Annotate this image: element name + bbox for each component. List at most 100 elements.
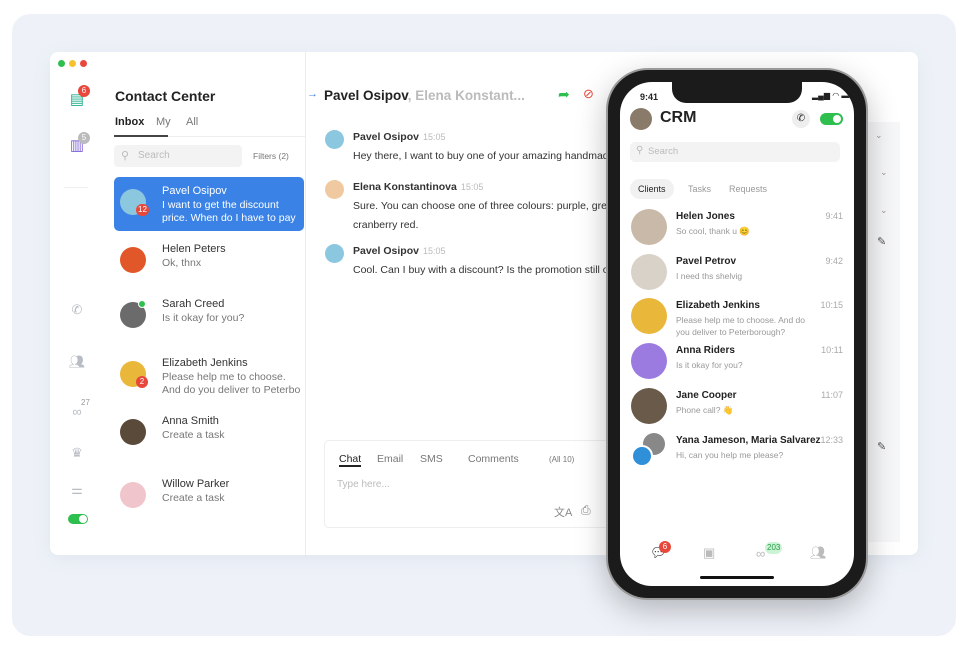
avatar (325, 244, 344, 263)
avatar (120, 482, 146, 508)
list-item[interactable]: Sarah Creed Is it okay for you? (114, 290, 304, 344)
handshake-icon[interactable]: ∞ 27 (68, 398, 90, 420)
client-name: Elizabeth Jenkins (676, 300, 760, 311)
phone-icon[interactable]: ✆ (68, 302, 86, 318)
list-item[interactable]: 12 Pavel Osipov I want to get the discount… (114, 177, 304, 231)
search-icon: ⚲ (636, 145, 644, 156)
search-icon: ⚲ (121, 150, 130, 162)
crown-icon[interactable]: ♛ (68, 445, 86, 461)
avatar (631, 209, 667, 245)
avatar (631, 298, 667, 334)
profile-avatar[interactable] (630, 108, 652, 130)
tab-tasks[interactable]: Tasks (680, 179, 719, 199)
nav-team-icon[interactable]: 👥︎ (810, 545, 827, 561)
contact-name: Willow Parker (162, 478, 230, 490)
window-dot-green[interactable] (58, 60, 65, 67)
contact-preview: Ok, thnx (162, 257, 202, 269)
client-time: 9:42 (825, 256, 843, 266)
status-toggle[interactable] (68, 514, 88, 524)
message-author: Pavel Osipov 15:05 (353, 245, 446, 257)
tab-inbox[interactable]: Inbox (115, 116, 144, 128)
people-icon[interactable]: 👥︎ (68, 354, 86, 370)
contact-list-panel: Contact Center Inbox My All ⚲ Search Fil… (108, 52, 306, 555)
nav-contacts-icon[interactable]: ▣ (703, 545, 715, 561)
chat-title: Pavel Osipov, Elena Konstant... (324, 88, 525, 103)
chevron-down-icon[interactable]: ⌄ (880, 167, 888, 178)
avatar (631, 343, 667, 379)
sliders-icon[interactable]: ⚌ (68, 482, 86, 498)
message-text: Hey there, I want to buy one of your ama… (353, 150, 613, 162)
block-icon[interactable]: ⊘ (583, 86, 594, 102)
chat-panel: → Pavel Osipov, Elena Konstant... ➦ ⊘ Pa… (307, 52, 624, 555)
forward-icon[interactable]: ➦ (558, 86, 570, 103)
contact-name: Anna Smith (162, 415, 219, 427)
availability-toggle[interactable] (820, 113, 843, 125)
client-time: 10:15 (820, 300, 843, 310)
chat-icon[interactable]: ▤ 6 (68, 85, 90, 108)
composer-tab-chat[interactable]: Chat (339, 453, 362, 467)
list-item[interactable]: Anna Smith Create a task (114, 407, 304, 461)
search-input[interactable]: ⚲ Search (114, 145, 242, 167)
avatar (631, 254, 667, 290)
client-row[interactable]: Pavel Petrov 9:42 I need ths shelvig (631, 254, 843, 294)
message-input[interactable]: Type here... (337, 479, 390, 490)
message-author: Pavel Osipov 15:05 (353, 131, 446, 143)
client-name: Yana Jameson, Maria Salvarez (676, 435, 821, 446)
client-time: 10:11 (821, 345, 843, 355)
client-time: 11:07 (821, 390, 843, 400)
composer-tab-comments[interactable]: Comments (468, 453, 519, 465)
attachment-icon[interactable]: ⎙ (581, 503, 591, 518)
filters-button[interactable]: Filters (2) (253, 151, 289, 161)
window-dot-yellow[interactable] (69, 60, 76, 67)
search-placeholder: Search (138, 150, 170, 161)
client-row[interactable]: Elizabeth Jenkins 10:15 Please help me to … (631, 298, 843, 338)
nav-deals-icon[interactable]: ∞ 203 (756, 542, 783, 561)
client-row[interactable]: Helen Jones 9:41 So cool, thank u 😊 (631, 209, 843, 249)
search-placeholder: Search (648, 146, 679, 157)
client-preview: Hi, can you help me please? (676, 450, 784, 460)
contact-preview: Please help me to choose. And do you deli… (162, 371, 301, 396)
list-item[interactable]: Helen Peters Ok, thnx (114, 235, 304, 289)
client-row[interactable]: Anna Riders 10:11 Is it okay for you? (631, 343, 843, 383)
page-title: Contact Center (115, 88, 216, 104)
messages-icon[interactable]: ▥ 5 (68, 132, 90, 154)
nav-chat-icon[interactable]: 💬︎ 6 (650, 541, 671, 561)
client-name: Helen Jones (676, 211, 735, 222)
chevron-down-icon[interactable]: ⌄ (875, 130, 883, 141)
phone-search-input[interactable]: ⚲ Search (630, 142, 840, 162)
tab-all[interactable]: All (186, 116, 198, 128)
avatar (325, 130, 344, 149)
contact-preview: Create a task (162, 429, 225, 441)
list-item[interactable]: Willow Parker Create a task (114, 470, 304, 524)
client-row[interactable]: Yana Jameson, Maria Salvarez 12:33 Hi, can… (631, 433, 843, 473)
client-preview: Phone call? 👋 (676, 405, 734, 415)
phone-notch (672, 82, 802, 103)
arrow-right-icon[interactable]: → (307, 88, 318, 100)
client-time: 12:33 (820, 435, 843, 445)
tab-my[interactable]: My (156, 116, 171, 128)
client-preview: So cool, thank u 😊 (676, 226, 750, 236)
contact-preview: I want to get the discount price. When do… (162, 199, 296, 224)
deals-badge: 203 (765, 542, 783, 554)
phone-call-icon[interactable]: ✆ (792, 110, 810, 128)
unread-badge: 2 (136, 376, 148, 388)
composer-tab-email[interactable]: Email (377, 453, 403, 465)
client-row[interactable]: Jane Cooper 11:07 Phone call? 👋 (631, 388, 843, 428)
handshake-count: 27 (81, 398, 90, 407)
status-time: 9:41 (640, 92, 659, 102)
edit-icon[interactable]: ✎ (877, 235, 886, 248)
online-indicator (138, 300, 146, 308)
avatar (325, 180, 344, 199)
window-dot-red[interactable] (80, 60, 87, 67)
tab-clients[interactable]: Clients (630, 179, 674, 199)
translate-icon[interactable]: 文A (554, 504, 572, 520)
list-item[interactable]: 2 Elizabeth Jenkins Please help me to choo… (114, 349, 304, 403)
tab-requests[interactable]: Requests (721, 179, 775, 199)
message-text: Cool. Can I buy with a discount? Is the … (353, 264, 613, 276)
edit-icon[interactable]: ✎ (877, 440, 886, 453)
contact-name: Pavel Osipov (162, 185, 227, 197)
avatar (631, 445, 653, 467)
composer-tab-sms[interactable]: SMS (420, 453, 443, 465)
contact-name: Sarah Creed (162, 298, 225, 310)
chevron-down-icon[interactable]: ⌄ (880, 205, 888, 216)
